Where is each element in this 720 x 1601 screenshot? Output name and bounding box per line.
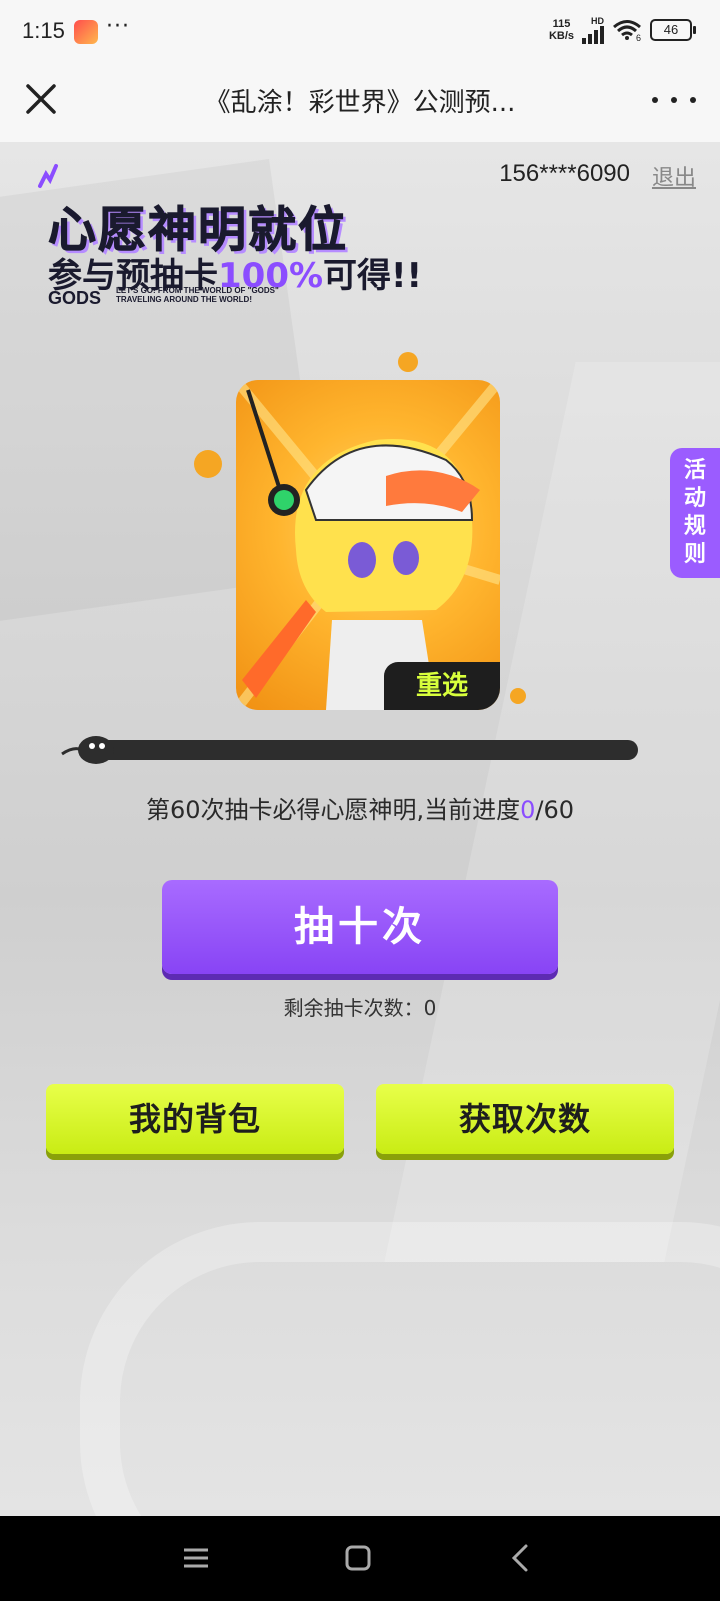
account-phone: 156****6090 [499, 160, 630, 187]
remaining-draws-text: 剩余抽卡次数：0 [283, 996, 437, 1020]
reselect-button[interactable]: 重选 [384, 662, 500, 710]
status-bar: 1:15 ··· 115 KB/s HD 6 46 [0, 0, 720, 64]
wifi-band-label: 6 [636, 33, 641, 41]
page-title: 《乱涂！彩世界》公测预... [204, 88, 516, 118]
cell-signal-icon: HD [582, 16, 604, 44]
background-decoration [80, 1222, 720, 1516]
wish-god-card[interactable]: 重选 [236, 380, 500, 710]
progress-description: 第60次抽卡必得心愿神明,当前进度0/60 [145, 796, 575, 824]
logout-link[interactable]: 退出 [652, 160, 696, 192]
decor-dot [398, 352, 418, 372]
back-icon[interactable] [502, 1540, 538, 1576]
home-icon[interactable] [340, 1540, 376, 1576]
network-type-label: HD [591, 16, 604, 26]
network-speed-value: 115 [552, 18, 571, 30]
decor-dot [510, 688, 526, 704]
sparkle-icon [38, 164, 58, 188]
more-options-icon[interactable] [652, 78, 696, 122]
battery-icon: 46 [650, 19, 696, 41]
decor-dot [194, 450, 222, 478]
draw-ten-button[interactable]: 抽十次 [162, 880, 558, 974]
gods-tagline: LET'S GO! FROM THE WORLD OF "GODS" TRAVE… [116, 286, 279, 304]
character-portrait [236, 380, 500, 710]
get-times-button[interactable]: 获取次数 [376, 1084, 674, 1154]
browser-nav-bar: 《乱涂！彩世界》公测预... [0, 64, 720, 142]
system-nav-bar [0, 1516, 720, 1601]
network-speed: 115 KB/s [549, 18, 574, 42]
wifi-icon: 6 [613, 20, 641, 41]
network-speed-unit: KB/s [548, 30, 574, 42]
progress-mascot-icon [61, 736, 114, 764]
status-indicators: 115 KB/s HD 6 46 [549, 16, 696, 44]
app-notification-icon [74, 20, 98, 44]
my-bag-button[interactable]: 我的背包 [46, 1084, 344, 1154]
event-page: 156****6090 退出 心愿神明就位 参与预抽卡100%可得!! GODS… [0, 142, 720, 1516]
gods-logo-text: GODS [48, 288, 102, 308]
status-more-notifications: ··· [106, 14, 130, 39]
close-icon[interactable] [22, 78, 66, 122]
activity-rules-tab[interactable]: 活动规则 [670, 448, 720, 578]
progress-bar [92, 740, 638, 760]
menu-icon[interactable] [178, 1540, 214, 1576]
status-time: 1:15 [22, 18, 65, 43]
